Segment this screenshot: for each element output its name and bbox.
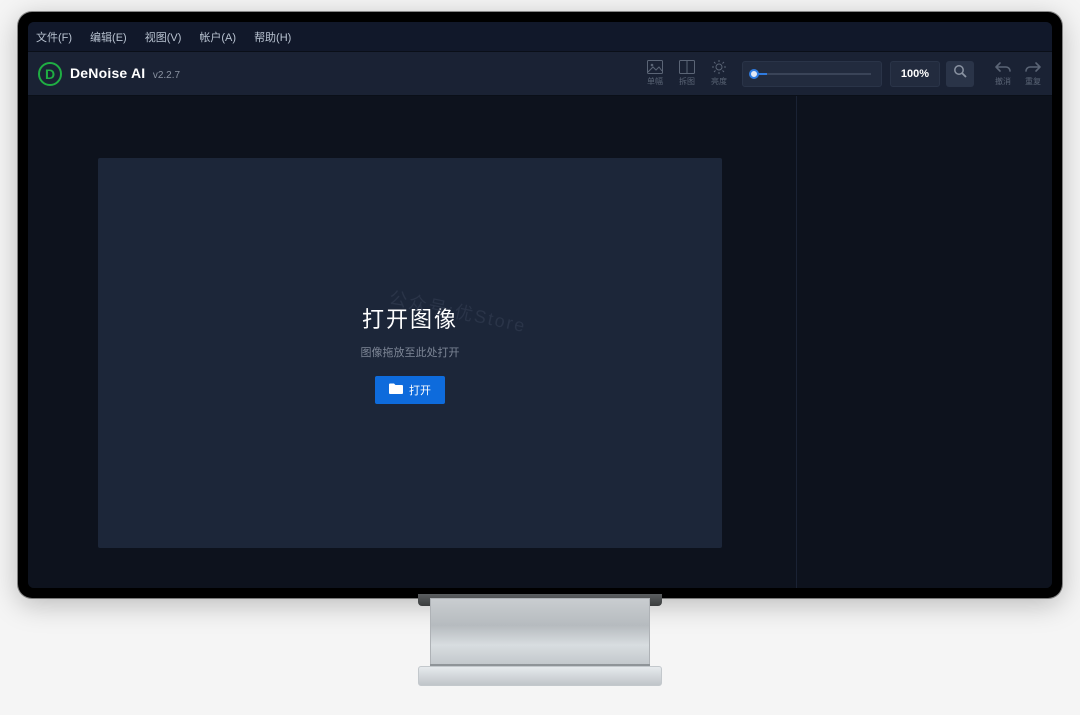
toolbar: D DeNoise AI v2.2.7 单幅 xyxy=(28,52,1052,96)
view-single-button[interactable]: 单幅 xyxy=(646,60,664,87)
magnifier-icon xyxy=(953,64,967,83)
view-split-button[interactable]: 拆图 xyxy=(678,60,696,87)
view-split-label: 拆图 xyxy=(679,76,695,87)
dropzone-subtitle: 图像拖放至此处打开 xyxy=(361,344,460,360)
menu-account[interactable]: 帐户(A) xyxy=(199,29,236,45)
open-image-button[interactable]: 打开 xyxy=(375,376,445,404)
image-dropzone[interactable]: 公众号:优Store 打开图像 图像拖放至此处打开 打开 xyxy=(98,158,722,548)
dropzone-title: 打开图像 xyxy=(362,302,458,334)
undo-label: 撤消 xyxy=(995,76,1011,87)
view-single-label: 单幅 xyxy=(647,76,663,87)
app-identity: D DeNoise AI v2.2.7 xyxy=(38,62,180,86)
app-version: v2.2.7 xyxy=(153,70,180,81)
right-sidebar xyxy=(796,96,1052,588)
app-title: DeNoise AI xyxy=(70,65,145,81)
zoom-slider[interactable] xyxy=(742,61,882,87)
zoom-value[interactable]: 100% xyxy=(890,61,940,87)
main-canvas-area: 公众号:优Store 打开图像 图像拖放至此处打开 打开 xyxy=(28,96,796,588)
slider-track xyxy=(753,73,871,75)
redo-button[interactable]: 重复 xyxy=(1024,61,1042,87)
view-brightness-label: 亮度 xyxy=(711,76,727,87)
content-area: 公众号:优Store 打开图像 图像拖放至此处打开 打开 xyxy=(28,96,1052,588)
zoom-tool-button[interactable] xyxy=(946,61,974,87)
menu-bar: 文件(F) 编辑(E) 视图(V) 帐户(A) 帮助(H) xyxy=(28,22,1052,52)
open-button-label: 打开 xyxy=(409,382,431,398)
undo-button[interactable]: 撤消 xyxy=(994,61,1012,87)
menu-view[interactable]: 视图(V) xyxy=(145,29,182,45)
monitor-frame: 文件(F) 编辑(E) 视图(V) 帐户(A) 帮助(H) D DeNoise … xyxy=(18,12,1062,598)
view-brightness-button[interactable]: 亮度 xyxy=(710,60,728,87)
redo-icon xyxy=(1024,61,1042,75)
brightness-icon xyxy=(710,60,728,74)
split-icon xyxy=(678,60,696,74)
monitor-stand xyxy=(418,598,662,688)
menu-file[interactable]: 文件(F) xyxy=(36,29,72,45)
slider-thumb[interactable] xyxy=(749,69,759,79)
redo-label: 重复 xyxy=(1025,76,1041,87)
app-logo-icon: D xyxy=(38,62,62,86)
menu-help[interactable]: 帮助(H) xyxy=(254,29,291,45)
app-title-wrap: DeNoise AI v2.2.7 xyxy=(70,65,180,83)
view-mode-group: 单幅 拆图 亮度 xyxy=(646,60,728,87)
app-window: 文件(F) 编辑(E) 视图(V) 帐户(A) 帮助(H) D DeNoise … xyxy=(28,22,1052,588)
folder-icon xyxy=(389,383,403,397)
undo-icon xyxy=(994,61,1012,75)
image-icon xyxy=(646,60,664,74)
history-group: 撤消 重复 xyxy=(974,61,1042,87)
menu-edit[interactable]: 编辑(E) xyxy=(90,29,127,45)
